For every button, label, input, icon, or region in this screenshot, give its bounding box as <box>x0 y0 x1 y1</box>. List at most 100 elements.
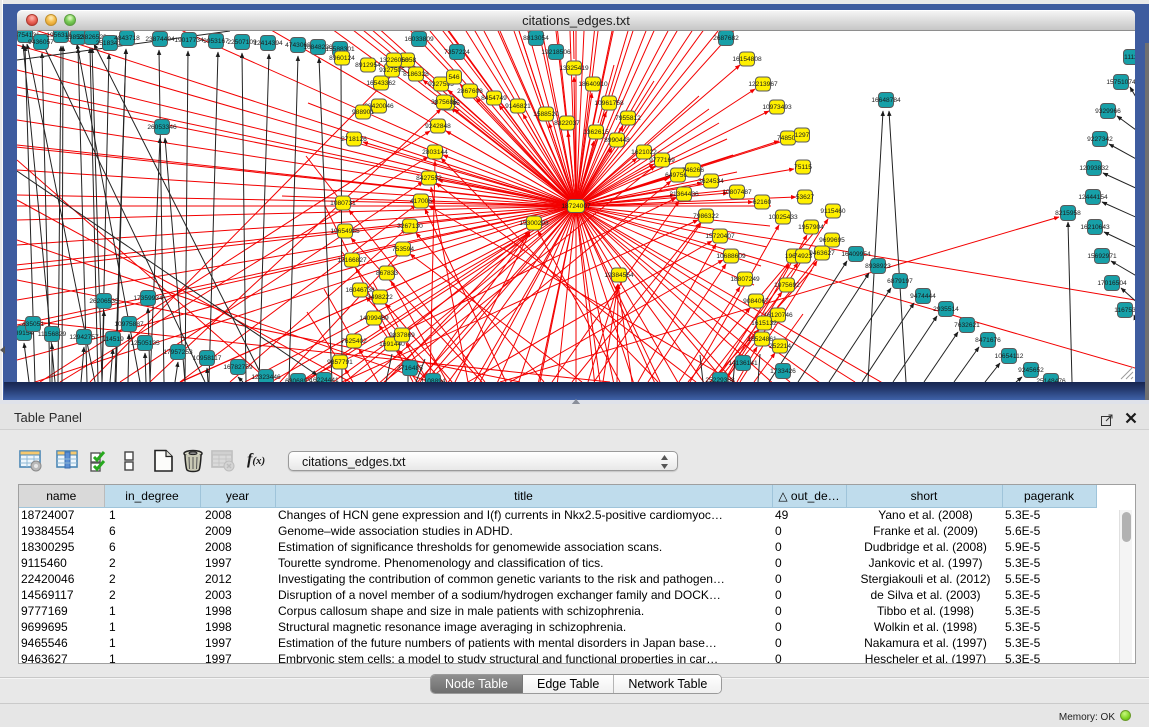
svg-text:16046738: 16046738 <box>345 287 375 294</box>
svg-text:9242848: 9242848 <box>425 123 451 130</box>
svg-text:15720407: 15720407 <box>705 233 735 240</box>
svg-text:16648784: 16648784 <box>871 97 901 104</box>
svg-text:10975887: 10975887 <box>114 321 144 328</box>
svg-text:16154808: 16154808 <box>732 56 762 63</box>
svg-text:12444154: 12444154 <box>1078 194 1108 201</box>
svg-text:1733426: 1733426 <box>770 368 796 375</box>
svg-text:19654985: 19654985 <box>330 228 360 235</box>
svg-text:9857791: 9857791 <box>327 359 353 366</box>
svg-text:18807249: 18807249 <box>730 276 760 283</box>
svg-text:8427552: 8427552 <box>416 175 442 182</box>
svg-text:14136141: 14136141 <box>728 360 758 367</box>
svg-text:17359934: 17359934 <box>133 295 163 302</box>
svg-text:9777169: 9777169 <box>649 157 675 164</box>
svg-text:12093832: 12093832 <box>1079 165 1109 172</box>
svg-text:1297: 1297 <box>795 132 810 139</box>
svg-text:417006: 417006 <box>410 198 432 205</box>
svg-text:1957904: 1957904 <box>798 224 824 231</box>
svg-text:19166827: 19166827 <box>337 257 367 264</box>
svg-text:19300293: 19300293 <box>519 220 549 227</box>
svg-text:3624534: 3624534 <box>698 178 724 185</box>
svg-text:8322037: 8322037 <box>554 120 580 127</box>
svg-text:7625402: 7625402 <box>341 338 367 345</box>
svg-text:9436057: 9436057 <box>28 39 54 46</box>
svg-text:8960124: 8960124 <box>329 55 355 62</box>
svg-text:8912954: 8912954 <box>355 62 381 69</box>
svg-text:7357224: 7357224 <box>444 49 470 56</box>
svg-text:9084067: 9084067 <box>743 298 769 305</box>
svg-text:16033809: 16033809 <box>404 36 434 43</box>
svg-text:9227342: 9227342 <box>1087 136 1113 143</box>
svg-text:9837869: 9837869 <box>389 332 415 339</box>
svg-text:3716485: 3716485 <box>397 365 423 372</box>
svg-text:9474444: 9474444 <box>910 293 936 300</box>
svg-text:9146821: 9146821 <box>505 103 531 110</box>
svg-text:753594: 753594 <box>392 246 414 253</box>
svg-text:1975692: 1975692 <box>774 282 800 289</box>
svg-text:116753: 116753 <box>1114 307 1135 314</box>
svg-text:26206535: 26206535 <box>89 298 119 305</box>
svg-text:7632621: 7632621 <box>954 322 980 329</box>
svg-text:53627: 53627 <box>796 194 815 201</box>
svg-text:9115460: 9115460 <box>820 208 846 215</box>
svg-text:10961758: 10961758 <box>594 100 624 107</box>
svg-text:9327505: 9327505 <box>379 67 405 74</box>
svg-text:14099489: 14099489 <box>359 315 389 322</box>
svg-text:26053346: 26053346 <box>147 124 177 131</box>
svg-text:75115: 75115 <box>794 164 812 171</box>
svg-text:19384554: 19384554 <box>604 272 634 279</box>
svg-text:62160: 62160 <box>753 199 772 206</box>
svg-text:114519: 114519 <box>102 336 124 343</box>
svg-text:15692971: 15692971 <box>1087 253 1117 260</box>
svg-text:18724007: 18724007 <box>561 203 591 210</box>
svg-text:18640910: 18640910 <box>578 81 608 88</box>
svg-text:8471676: 8471676 <box>975 337 1001 344</box>
svg-text:8813054: 8813054 <box>523 35 549 42</box>
svg-text:3498222: 3498222 <box>367 294 393 301</box>
svg-text:9463627: 9463627 <box>809 250 835 257</box>
svg-text:1362615: 1362615 <box>583 129 609 136</box>
svg-text:10654112: 10654112 <box>995 353 1024 360</box>
svg-text:2803144: 2803144 <box>422 149 448 156</box>
svg-text:19218506: 19218506 <box>541 49 571 56</box>
svg-text:23874404: 23874404 <box>145 36 175 43</box>
svg-text:6879197: 6879197 <box>887 278 913 285</box>
svg-text:3875685: 3875685 <box>431 99 457 106</box>
svg-text:435051: 435051 <box>22 321 44 328</box>
svg-text:1621022: 1621022 <box>631 149 657 156</box>
svg-text:9953167: 9953167 <box>203 38 229 45</box>
svg-text:4843718: 4843718 <box>114 35 140 42</box>
svg-text:17957253: 17957253 <box>163 349 193 356</box>
svg-text:2935514: 2935514 <box>933 306 959 313</box>
svg-text:19017734: 19017734 <box>174 37 204 44</box>
svg-text:7986322: 7986322 <box>693 213 719 220</box>
svg-text:13325419: 13325419 <box>559 65 589 72</box>
svg-text:10025433: 10025433 <box>768 214 798 221</box>
svg-text:1588520: 1588520 <box>533 111 559 118</box>
svg-text:16782759: 16782759 <box>223 364 253 371</box>
svg-text:12323446: 12323446 <box>251 374 281 381</box>
svg-text:2687682: 2687682 <box>713 35 739 42</box>
svg-text:11156829: 11156829 <box>38 331 67 338</box>
svg-text:16409954: 16409954 <box>841 251 871 258</box>
svg-text:15751074: 15751074 <box>1106 79 1135 86</box>
svg-text:12414394: 12414394 <box>253 40 283 47</box>
svg-text:8186328: 8186328 <box>403 71 429 78</box>
svg-text:9245652: 9245652 <box>1018 367 1044 374</box>
svg-text:1080731: 1080731 <box>330 200 356 207</box>
svg-text:2867608: 2867608 <box>457 88 483 95</box>
svg-text:8215958: 8215958 <box>1055 210 1081 217</box>
svg-text:7955812: 7955812 <box>615 115 641 122</box>
svg-text:1615132: 1615132 <box>751 320 777 327</box>
svg-text:16210643: 16210643 <box>1080 224 1110 231</box>
svg-text:867833: 867833 <box>376 270 398 277</box>
svg-text:8454749: 8454749 <box>481 95 507 102</box>
svg-text:9329966: 9329966 <box>1095 108 1121 115</box>
svg-text:17016504: 17016504 <box>1097 280 1127 287</box>
svg-text:252214: 252214 <box>769 343 791 350</box>
svg-text:16543362: 16543362 <box>366 80 396 87</box>
svg-text:8938923: 8938923 <box>865 263 891 270</box>
svg-text:8990448: 8990448 <box>604 137 630 144</box>
svg-text:988901: 988901 <box>352 109 374 116</box>
svg-text:746266: 746266 <box>682 167 704 174</box>
